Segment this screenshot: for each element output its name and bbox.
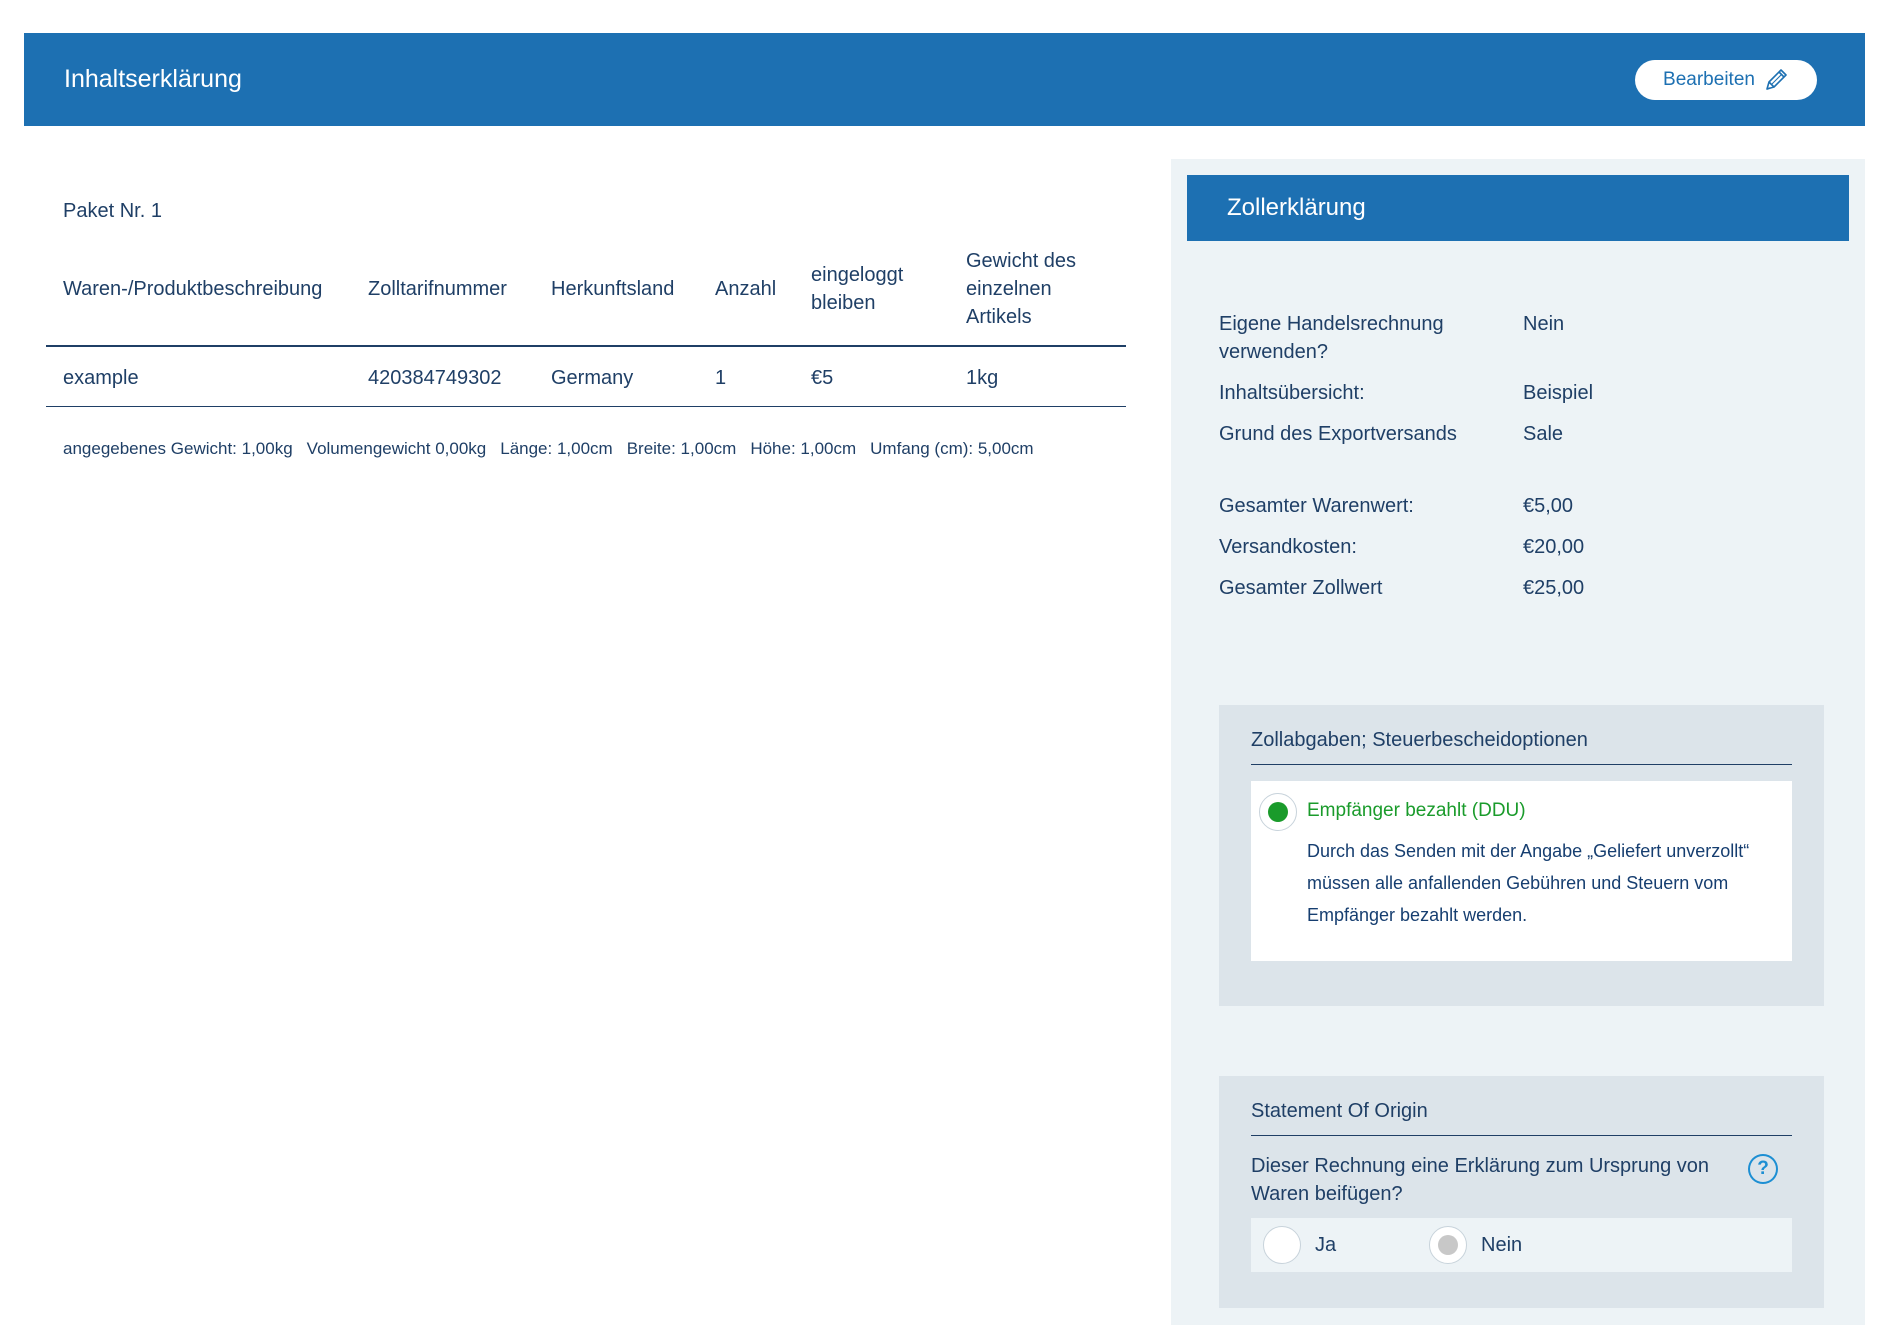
edit-button-label: Bearbeiten [1663,68,1755,90]
length: Länge: 1,00cm [500,439,613,458]
origin-question: Dieser Rechnung eine Erklärung zum Urspr… [1251,1155,1710,1205]
info-key: Eigene Handelsrechnung verwenden? [1219,313,1444,363]
table-header-row: Waren-/Produktbeschreibung Zolltarifnumm… [46,247,1126,346]
info-key: Inhaltsübersicht: [1219,382,1365,404]
column-header-tariff-number: Zolltarifnummer [368,278,507,300]
duty-option-ddu[interactable]: Empfänger bezahlt (DDU) Durch das Senden… [1251,781,1792,961]
ddu-description: Durch das Senden mit der Angabe „Geliefe… [1307,841,1750,925]
origin-question-row: Dieser Rechnung eine Erklärung zum Urspr… [1251,1152,1792,1208]
pencil-icon [1766,68,1787,90]
total-value: €25,00 [1523,577,1585,599]
duties-box: Zollabgaben; Steuerbescheidoptionen Empf… [1219,705,1824,1006]
origin-no-label: Nein [1481,1233,1523,1256]
radio-disabled-dot [1438,1235,1458,1255]
package-section: Paket Nr. 1 Waren-/Produktbeschreibung Z… [46,200,1126,459]
total-key: Gesamter Warenwert: [1219,495,1414,517]
total-row: Versandkosten: €20,00 [1219,533,1839,561]
page: Inhaltserklärung Bearbeiten Paket Nr. 1 … [0,0,1903,1325]
total-row: Gesamter Warenwert: €5,00 [1219,492,1839,520]
column-header-item-weight: Gewicht des einzelnen Artikels [966,250,1077,328]
customs-info-list: Eigene Handelsrechnung verwenden? Nein I… [1219,310,1839,461]
total-row: Gesamter Zollwert €25,00 [1219,574,1839,602]
origin-no-option[interactable]: Nein [1429,1226,1595,1264]
column-header-description: Waren-/Produktbeschreibung [63,278,323,300]
origin-no-radio[interactable] [1429,1226,1467,1264]
girth: Umfang (cm): 5,00cm [870,439,1034,458]
origin-yes-label: Ja [1315,1233,1337,1256]
edit-button[interactable]: Bearbeiten [1635,59,1817,100]
height: Höhe: 1,00cm [750,439,857,458]
info-row: Grund des Exportversands Sale [1219,420,1839,448]
cell-quantity: 1 [715,367,727,389]
cell-item-weight: 1kg [966,367,999,389]
total-key: Versandkosten: [1219,536,1357,558]
section-title: Inhaltserklärung [64,65,242,93]
cell-value: €5 [811,367,834,389]
section-header: Inhaltserklärung Bearbeiten [24,33,1865,126]
customs-totals-list: Gesamter Warenwert: €5,00 Versandkosten:… [1219,492,1839,615]
cell-description: example [63,367,139,389]
customs-panel: Zollerklärung Eigene Handelsrechnung ver… [1171,159,1865,1325]
total-key: Gesamter Zollwert [1219,577,1383,599]
column-header-quantity: Anzahl [715,278,777,300]
info-row: Inhaltsübersicht: Beispiel [1219,379,1839,407]
info-row: Eigene Handelsrechnung verwenden? Nein [1219,310,1839,366]
cell-origin-country: Germany [551,367,634,389]
info-value: Sale [1523,423,1564,445]
declared-weight: angegebenes Gewicht: 1,00kg [63,439,293,458]
table-row: example 420384749302 Germany 1 €5 1kg [46,346,1126,407]
origin-yes-radio[interactable] [1263,1226,1301,1264]
help-icon[interactable]: ? [1748,1154,1778,1184]
column-header-value: eingeloggt bleiben [811,264,904,314]
column-header-origin-country: Herkunftsland [551,278,675,300]
volumetric-weight: Volumengewicht 0,00kg [306,439,487,458]
info-key: Grund des Exportversands [1219,423,1457,445]
total-value: €20,00 [1523,536,1585,558]
ddu-label: Empfänger bezahlt (DDU) [1307,800,1526,821]
origin-box: Statement Of Origin Dieser Rechnung eine… [1219,1076,1824,1308]
origin-title: Statement Of Origin [1251,1100,1792,1136]
width: Breite: 1,00cm [626,439,737,458]
origin-choice-group: Ja Nein [1251,1218,1792,1272]
cell-tariff-number: 420384749302 [368,367,502,389]
duties-title: Zollabgaben; Steuerbescheidoptionen [1251,729,1792,765]
info-value: Nein [1523,313,1565,335]
package-dimensions: angegebenes Gewicht: 1,00kg Volumengewic… [63,439,1126,459]
origin-yes-option[interactable]: Ja [1263,1226,1429,1264]
info-value: Beispiel [1523,382,1594,404]
customs-panel-title: Zollerklärung [1187,175,1849,241]
package-table: Waren-/Produktbeschreibung Zolltarifnumm… [46,247,1126,407]
package-title: Paket Nr. 1 [63,200,162,222]
ddu-radio[interactable] [1259,793,1297,831]
total-value: €5,00 [1523,495,1574,517]
radio-selected-dot [1268,802,1288,822]
